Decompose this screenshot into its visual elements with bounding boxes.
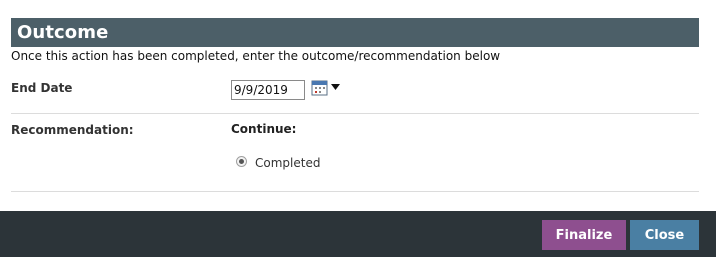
instructions-text: Once this action has been completed, ent…: [11, 49, 501, 63]
footer-bar: Finalize Close: [0, 211, 716, 257]
completed-radio-label[interactable]: Completed: [255, 156, 320, 170]
recommendation-label: Recommendation:: [11, 123, 134, 137]
section-title: Outcome: [17, 22, 109, 43]
radio-selected-dot: [239, 159, 244, 164]
divider: [11, 191, 699, 192]
dropdown-arrow-icon: [331, 84, 340, 90]
close-button[interactable]: Close: [630, 220, 699, 250]
continue-group-label: Continue:: [231, 122, 297, 136]
end-date-label: End Date: [11, 81, 73, 95]
completed-radio[interactable]: [236, 156, 247, 167]
calendar-picker-button[interactable]: [311, 80, 341, 98]
section-header: Outcome: [11, 18, 699, 47]
end-date-input[interactable]: [231, 80, 305, 100]
finalize-button[interactable]: Finalize: [542, 220, 626, 250]
divider: [11, 113, 699, 114]
